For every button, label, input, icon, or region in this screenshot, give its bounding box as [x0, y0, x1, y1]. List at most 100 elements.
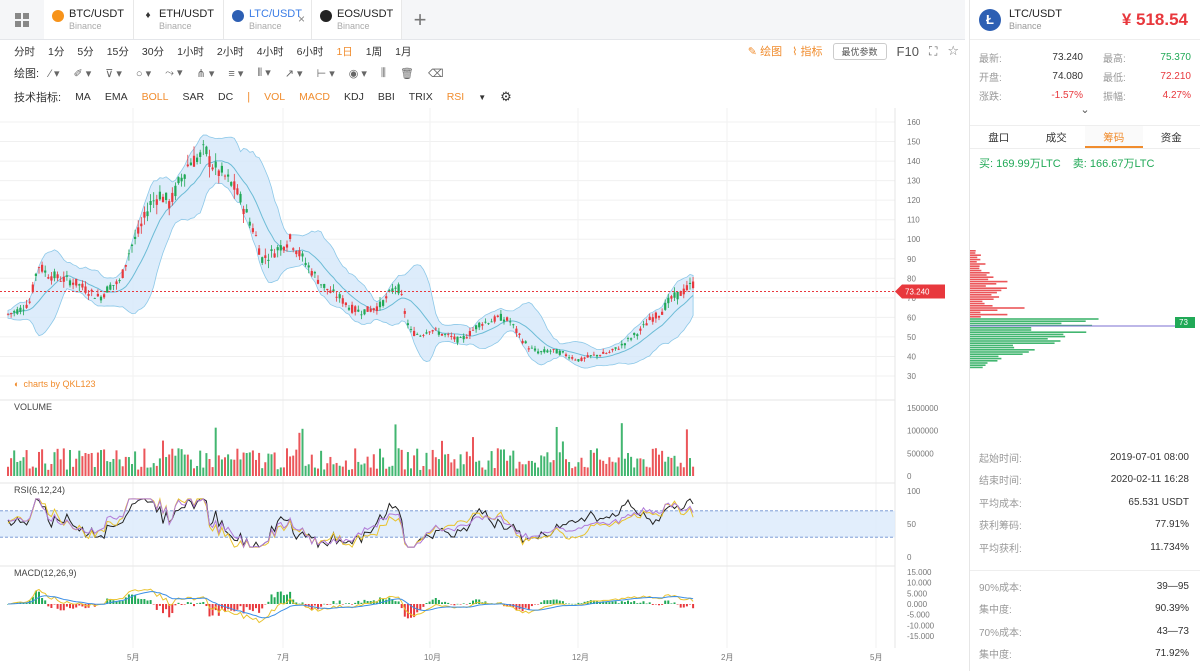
- kline-chart[interactable]: 304050607080901001101201301401501605月7月1…: [0, 108, 965, 671]
- volume-bar: [189, 459, 192, 476]
- candle-body: [546, 350, 549, 353]
- f10-button[interactable]: F10: [897, 44, 919, 59]
- timeframe-option[interactable]: 分时: [14, 44, 35, 59]
- macd-histogram-bar: [180, 604, 183, 605]
- macd-histogram-bar: [245, 604, 248, 608]
- candle-body: [506, 317, 509, 321]
- stat-row: 最新: 73.240 最高: 75.370: [979, 48, 1191, 67]
- indicator-vol[interactable]: VOL: [264, 91, 285, 103]
- macd-histogram-bar: [78, 604, 81, 606]
- timeframe-option[interactable]: 30分: [142, 44, 164, 59]
- candle-body: [192, 155, 196, 167]
- preferences-button[interactable]: 最优参数: [832, 42, 887, 60]
- path-tool-icon[interactable]: ⤳ ▾: [165, 66, 182, 80]
- tab-funds[interactable]: 资金: [1143, 126, 1200, 148]
- ltc-coin-icon: [232, 10, 244, 22]
- grid-menu-icon[interactable]: [0, 0, 44, 39]
- candle-body: [25, 304, 28, 308]
- candle-body: [440, 333, 444, 336]
- indicator-trix[interactable]: TRIX: [409, 91, 433, 103]
- indicator-macd[interactable]: MACD: [299, 91, 330, 103]
- indicator-dropdown-icon[interactable]: ▼: [478, 93, 486, 102]
- candle-body: [10, 313, 13, 314]
- volume-bar: [276, 469, 279, 476]
- indicator-rsi[interactable]: RSI: [447, 91, 465, 103]
- tab-ltc-usdt[interactable]: LTC/USDT Binance ×: [224, 0, 312, 39]
- volume-bar: [419, 469, 422, 476]
- fib-tool-icon[interactable]: ≡ ▾: [228, 67, 243, 80]
- volume-bar: [372, 454, 375, 476]
- candle-body: [202, 144, 205, 146]
- tab-eos-usdt[interactable]: EOS/USDT Binance: [312, 0, 402, 39]
- chart-area[interactable]: 304050607080901001101201301401501605月7月1…: [0, 108, 965, 671]
- timeframe-option-active[interactable]: 1日: [336, 44, 352, 59]
- volume-bar: [397, 448, 400, 476]
- tab-chips[interactable]: 筹码: [1085, 126, 1143, 148]
- draw-button[interactable]: ✎ 绘图: [748, 43, 782, 59]
- candle-body: [478, 322, 481, 328]
- macd-histogram-bar: [670, 603, 673, 604]
- line-tool-icon[interactable]: ⁄ ▾: [49, 67, 59, 80]
- macd-histogram-bar: [360, 602, 363, 604]
- indicator-kdj[interactable]: KDJ: [344, 91, 364, 103]
- volume-bar: [158, 458, 161, 476]
- settings-gear-icon[interactable]: ⚙: [500, 89, 512, 105]
- indicator-dc[interactable]: DC: [218, 91, 233, 103]
- add-tab-button[interactable]: +: [402, 0, 438, 39]
- star-icon[interactable]: ☆: [947, 43, 959, 59]
- candle-body: [13, 311, 16, 313]
- volume-bar: [642, 459, 645, 476]
- volume-bar: [255, 459, 257, 476]
- timeframe-option[interactable]: 1小时: [177, 44, 204, 59]
- indicators-button[interactable]: ⌇ 指标: [792, 43, 822, 59]
- candle-body: [394, 287, 397, 289]
- indicator-boll[interactable]: BOLL: [142, 91, 169, 103]
- timeframe-option[interactable]: 4小时: [257, 44, 284, 59]
- eraser-icon[interactable]: ⌫: [428, 67, 444, 80]
- timeframe-option[interactable]: 15分: [107, 44, 129, 59]
- measure-tool-icon[interactable]: ⊢ ▾: [317, 67, 335, 80]
- volume-bar: [155, 465, 158, 476]
- tab-eth-usdt[interactable]: ♦ ETH/USDT Binance: [134, 0, 224, 39]
- volume-bar: [661, 450, 664, 476]
- close-tab-icon[interactable]: ×: [298, 12, 305, 26]
- expand-chevron-icon[interactable]: ⌄: [970, 105, 1200, 117]
- bar-tool-icon[interactable]: ⫼: [381, 67, 386, 80]
- fullscreen-icon[interactable]: ⛶: [929, 44, 937, 59]
- indicator-ma[interactable]: MA: [75, 91, 91, 103]
- gann-tool-icon[interactable]: ⦀ ▾: [257, 66, 270, 80]
- timeframe-option[interactable]: 5分: [77, 44, 93, 59]
- timeframe-option[interactable]: 2小时: [217, 44, 244, 59]
- channel-tool-icon[interactable]: ⊽ ▾: [105, 67, 122, 80]
- trash-icon[interactable]: 🗑: [400, 67, 414, 80]
- macd-histogram-bar: [332, 601, 335, 604]
- circle-tool-icon[interactable]: ○ ▾: [136, 67, 151, 80]
- macd-histogram-bar: [152, 604, 155, 605]
- macd-histogram-bar: [193, 604, 195, 607]
- eye-tool-icon[interactable]: ◉ ▾: [349, 67, 367, 80]
- timeframe-option[interactable]: 6小时: [297, 44, 324, 59]
- volume-bar: [335, 462, 338, 476]
- timeframe-option[interactable]: 1月: [395, 44, 411, 59]
- tab-trades[interactable]: 成交: [1028, 126, 1086, 148]
- indicator-ema[interactable]: EMA: [105, 91, 128, 103]
- volume-bar: [87, 453, 90, 476]
- timeframe-option[interactable]: 1周: [366, 44, 382, 59]
- candle-body: [118, 280, 121, 282]
- macd-histogram-bar: [149, 600, 152, 604]
- volume-bar: [366, 456, 369, 476]
- tab-btc-usdt[interactable]: BTC/USDT Binance: [44, 0, 134, 39]
- indicator-bbi[interactable]: BBI: [378, 91, 395, 103]
- volume-bar: [487, 460, 490, 476]
- pen-tool-icon[interactable]: ✐ ▾: [73, 67, 91, 80]
- candle-body: [279, 245, 282, 251]
- tab-orderbook[interactable]: 盘口: [970, 126, 1028, 148]
- volume-pane-label: VOLUME: [14, 402, 53, 412]
- pattern-tool-icon[interactable]: ⋔ ▾: [197, 67, 215, 80]
- arrow-tool-icon[interactable]: ↗ ▾: [285, 67, 303, 80]
- candle-body: [413, 330, 416, 336]
- indicator-sar[interactable]: SAR: [182, 91, 204, 103]
- candle-body: [540, 351, 543, 353]
- timeframe-option[interactable]: 1分: [48, 44, 64, 59]
- volume-bar: [478, 460, 481, 476]
